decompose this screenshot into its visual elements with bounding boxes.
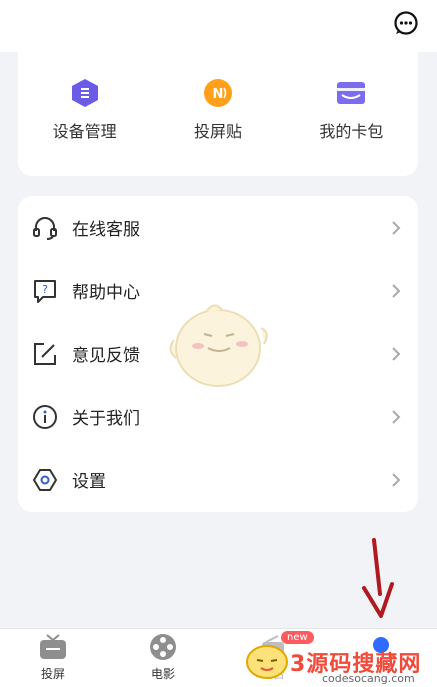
top-bar bbox=[0, 0, 437, 52]
tv-icon bbox=[38, 633, 68, 661]
menu-item-settings[interactable]: 设置 bbox=[18, 448, 418, 511]
chevron-right-icon bbox=[392, 409, 401, 424]
menu-item-online-service[interactable]: 在线客服 bbox=[18, 196, 418, 259]
menu-item-label: 关于我们 bbox=[72, 409, 140, 429]
quick-action-label: 我的卡包 bbox=[319, 122, 384, 141]
device-management-button[interactable]: 设备管理 bbox=[18, 52, 151, 176]
settings-icon bbox=[32, 467, 58, 493]
help-icon: ? bbox=[32, 278, 58, 304]
device-icon bbox=[70, 78, 100, 108]
cast-sticker-button[interactable]: N 投屏贴 bbox=[151, 52, 284, 176]
quick-action-label: 设备管理 bbox=[52, 122, 117, 141]
nfc-icon: N bbox=[203, 78, 233, 108]
film-reel-icon bbox=[148, 633, 178, 661]
watermark-logo-icon bbox=[246, 645, 288, 679]
quick-actions-card: 设备管理 N 投屏贴 我的卡包 bbox=[18, 52, 418, 176]
menu-item-about-us[interactable]: 关于我们 bbox=[18, 385, 418, 448]
tab-label: 投屏 bbox=[40, 667, 65, 681]
mascot-watermark-icon bbox=[169, 304, 268, 387]
menu-item-label: 设置 bbox=[72, 472, 106, 492]
chat-icon[interactable] bbox=[393, 10, 419, 36]
feedback-icon bbox=[32, 341, 58, 367]
tab-cast[interactable]: 投屏 bbox=[18, 633, 88, 682]
pointer-arrow-icon bbox=[362, 538, 394, 618]
quick-action-label: 投屏贴 bbox=[193, 122, 242, 141]
chevron-right-icon bbox=[392, 283, 401, 298]
chevron-right-icon bbox=[392, 346, 401, 361]
info-icon bbox=[32, 404, 58, 430]
chevron-right-icon bbox=[392, 220, 401, 235]
svg-text:?: ? bbox=[42, 283, 48, 296]
my-wallet-button[interactable]: 我的卡包 bbox=[285, 52, 418, 176]
headset-icon bbox=[32, 215, 58, 241]
card-icon bbox=[336, 78, 366, 108]
tab-movies[interactable]: 电影 bbox=[128, 633, 198, 682]
watermark-number: 3 bbox=[290, 652, 307, 677]
menu-item-label: 在线客服 bbox=[72, 220, 140, 240]
chevron-right-icon bbox=[392, 472, 401, 487]
svg-text:N: N bbox=[213, 87, 224, 102]
tab-label: 电影 bbox=[150, 667, 175, 681]
watermark-url: codesocang.com bbox=[322, 672, 415, 685]
